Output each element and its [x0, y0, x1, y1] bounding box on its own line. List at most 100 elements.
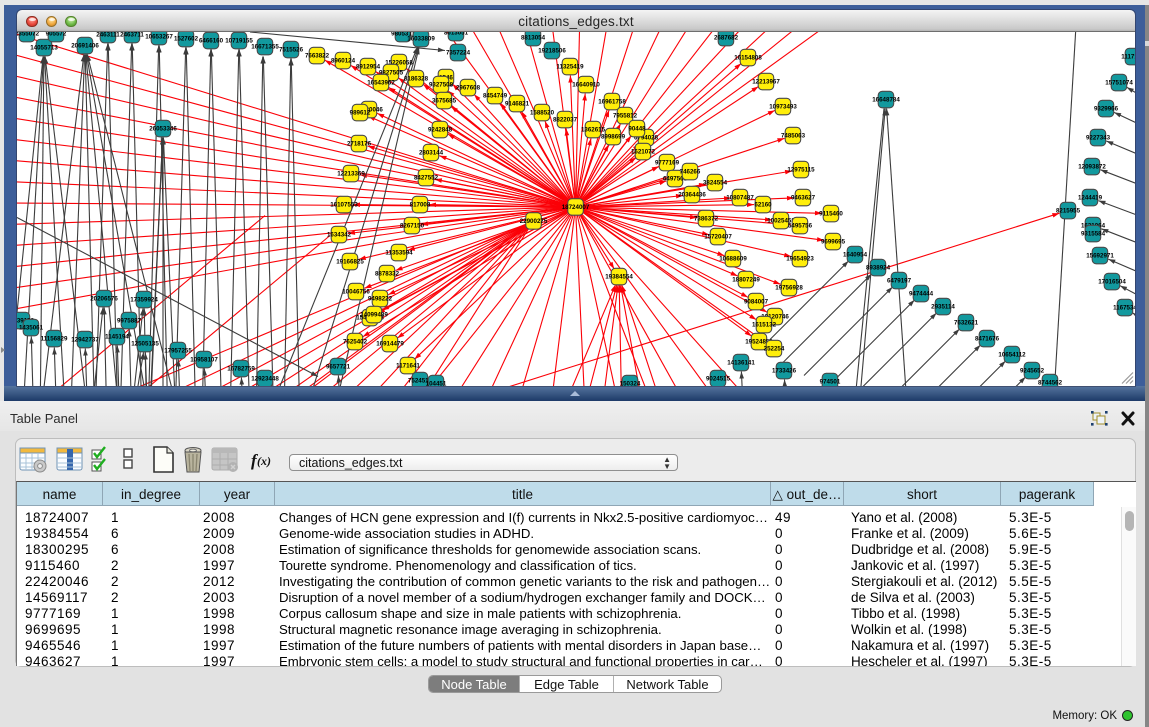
svg-text:1621072: 1621072: [631, 148, 656, 155]
svg-text:2935114: 2935114: [931, 303, 955, 310]
svg-text:8744562: 8744562: [1038, 379, 1063, 386]
svg-text:150324: 150324: [620, 380, 641, 386]
svg-text:19166825: 19166825: [336, 258, 364, 265]
svg-text:11353594: 11353594: [385, 249, 413, 256]
svg-text:19218506: 19218506: [538, 47, 566, 54]
svg-text:12093872: 12093872: [1078, 163, 1106, 170]
svg-text:9327508: 9327508: [429, 81, 454, 88]
svg-text:10654112: 10654112: [998, 351, 1026, 358]
svg-text:746266: 746266: [680, 168, 701, 175]
svg-text:9498222: 9498222: [368, 295, 393, 302]
svg-text:18724007: 18724007: [562, 204, 590, 211]
svg-text:7485063: 7485063: [781, 132, 806, 139]
svg-text:2463111: 2463111: [96, 32, 120, 39]
svg-text:1733426: 1733426: [772, 367, 797, 374]
svg-text:26053346: 26053346: [149, 125, 177, 132]
svg-text:9084007: 9084007: [744, 298, 769, 305]
svg-text:16154808: 16154808: [734, 54, 762, 61]
svg-text:14099489: 14099489: [360, 311, 388, 318]
svg-text:2355072: 2355072: [17, 32, 40, 38]
svg-text:974501: 974501: [820, 378, 841, 385]
svg-text:16640910: 16640910: [572, 81, 600, 88]
svg-text:15692971: 15692971: [1086, 252, 1114, 259]
svg-text:7955812: 7955812: [613, 112, 638, 119]
svg-text:3824554: 3824554: [703, 179, 728, 186]
svg-text:2463711: 2463711: [120, 32, 144, 39]
svg-text:9146821: 9146821: [505, 100, 530, 107]
svg-text:14136141: 14136141: [727, 359, 755, 366]
svg-text:16671355: 16671355: [251, 43, 279, 50]
svg-text:1588520: 1588520: [530, 109, 555, 116]
svg-text:8613051: 8613051: [444, 32, 469, 37]
svg-text:9315584: 9315584: [1081, 230, 1106, 237]
svg-text:18807249: 18807249: [732, 276, 760, 283]
svg-text:2687682: 2687682: [714, 34, 739, 41]
svg-text:16543962: 16543962: [367, 79, 395, 86]
svg-text:1615132: 1615132: [752, 321, 777, 328]
svg-text:9227343: 9227343: [1086, 134, 1111, 141]
svg-text:15751074: 15751074: [1105, 79, 1133, 86]
svg-text:20206576: 20206576: [90, 295, 118, 302]
svg-text:8998699: 8998699: [601, 133, 626, 140]
svg-text:16782759: 16782759: [227, 365, 255, 372]
svg-text:12213369: 12213369: [337, 170, 365, 177]
svg-text:7663822: 7663822: [305, 52, 330, 59]
svg-text:8427552: 8427552: [414, 174, 439, 181]
svg-text:8471676: 8471676: [975, 335, 1000, 342]
svg-text:16914479: 16914479: [376, 340, 404, 347]
svg-text:817008: 817008: [410, 201, 431, 208]
svg-text:252254: 252254: [764, 345, 785, 352]
svg-text:20691406: 20691406: [71, 42, 99, 49]
svg-text:20364436: 20364436: [678, 191, 706, 198]
svg-text:1117154: 1117154: [1121, 53, 1135, 60]
svg-text:8960124: 8960124: [331, 57, 356, 64]
svg-text:104451: 104451: [426, 380, 447, 386]
svg-text:9777169: 9777169: [655, 159, 680, 166]
svg-text:9242848: 9242848: [428, 126, 453, 133]
svg-text:19654923: 19654923: [786, 255, 814, 262]
svg-text:8822037: 8822037: [553, 116, 578, 123]
svg-text:7625402: 7625402: [343, 338, 368, 345]
svg-text:12213967: 12213967: [752, 78, 780, 85]
svg-text:(x): (x): [257, 454, 271, 468]
svg-text:2967608: 2967608: [456, 84, 481, 91]
svg-text:19756928: 19756928: [775, 284, 803, 291]
svg-text:10653267: 10653267: [145, 33, 173, 40]
svg-text:7632621: 7632621: [954, 319, 979, 326]
svg-text:9463627: 9463627: [791, 194, 816, 201]
svg-text:11325419: 11325419: [556, 63, 584, 70]
svg-text:8878332: 8878332: [375, 270, 400, 277]
svg-text:8813054: 8813054: [521, 34, 546, 41]
svg-text:2718176: 2718176: [347, 140, 372, 147]
svg-text:9329966: 9329966: [1094, 105, 1119, 112]
svg-text:9975887: 9975887: [117, 317, 142, 324]
svg-text:8267150: 8267150: [400, 222, 425, 229]
svg-text:9024515: 9024515: [706, 375, 731, 382]
svg-text:6466160: 6466160: [199, 37, 224, 44]
svg-text:17016504: 17016504: [1098, 278, 1126, 285]
svg-text:1145194: 1145194: [105, 333, 129, 340]
svg-text:10958107: 10958107: [190, 356, 218, 363]
svg-text:11156829: 11156829: [41, 335, 68, 342]
svg-text:9657721: 9657721: [326, 363, 351, 370]
svg-text:9474444: 9474444: [909, 290, 934, 297]
svg-text:16961758: 16961758: [598, 98, 626, 105]
svg-text:10046756: 10046756: [342, 288, 370, 295]
svg-text:22900275: 22900275: [520, 218, 548, 225]
svg-text:16033809: 16033809: [407, 35, 435, 42]
svg-text:10688609: 10688609: [719, 255, 747, 262]
svg-text:5495756: 5495756: [788, 222, 813, 229]
svg-text:16107553: 16107553: [330, 201, 358, 208]
svg-text:17957255: 17957255: [164, 347, 192, 354]
svg-text:1527602: 1527602: [174, 35, 199, 42]
svg-text:7515526: 7515526: [279, 46, 304, 53]
svg-text:3675685: 3675685: [432, 97, 457, 104]
svg-text:12942737: 12942737: [71, 336, 99, 343]
svg-text:9115460: 9115460: [819, 210, 843, 217]
svg-text:90448: 90448: [628, 125, 646, 132]
svg-text:9245652: 9245652: [1020, 367, 1045, 374]
svg-text:14055713: 14055713: [30, 44, 58, 51]
svg-text:8454749: 8454749: [483, 92, 508, 99]
svg-text:19384554: 19384554: [605, 273, 633, 280]
svg-text:15720407: 15720407: [704, 233, 732, 240]
